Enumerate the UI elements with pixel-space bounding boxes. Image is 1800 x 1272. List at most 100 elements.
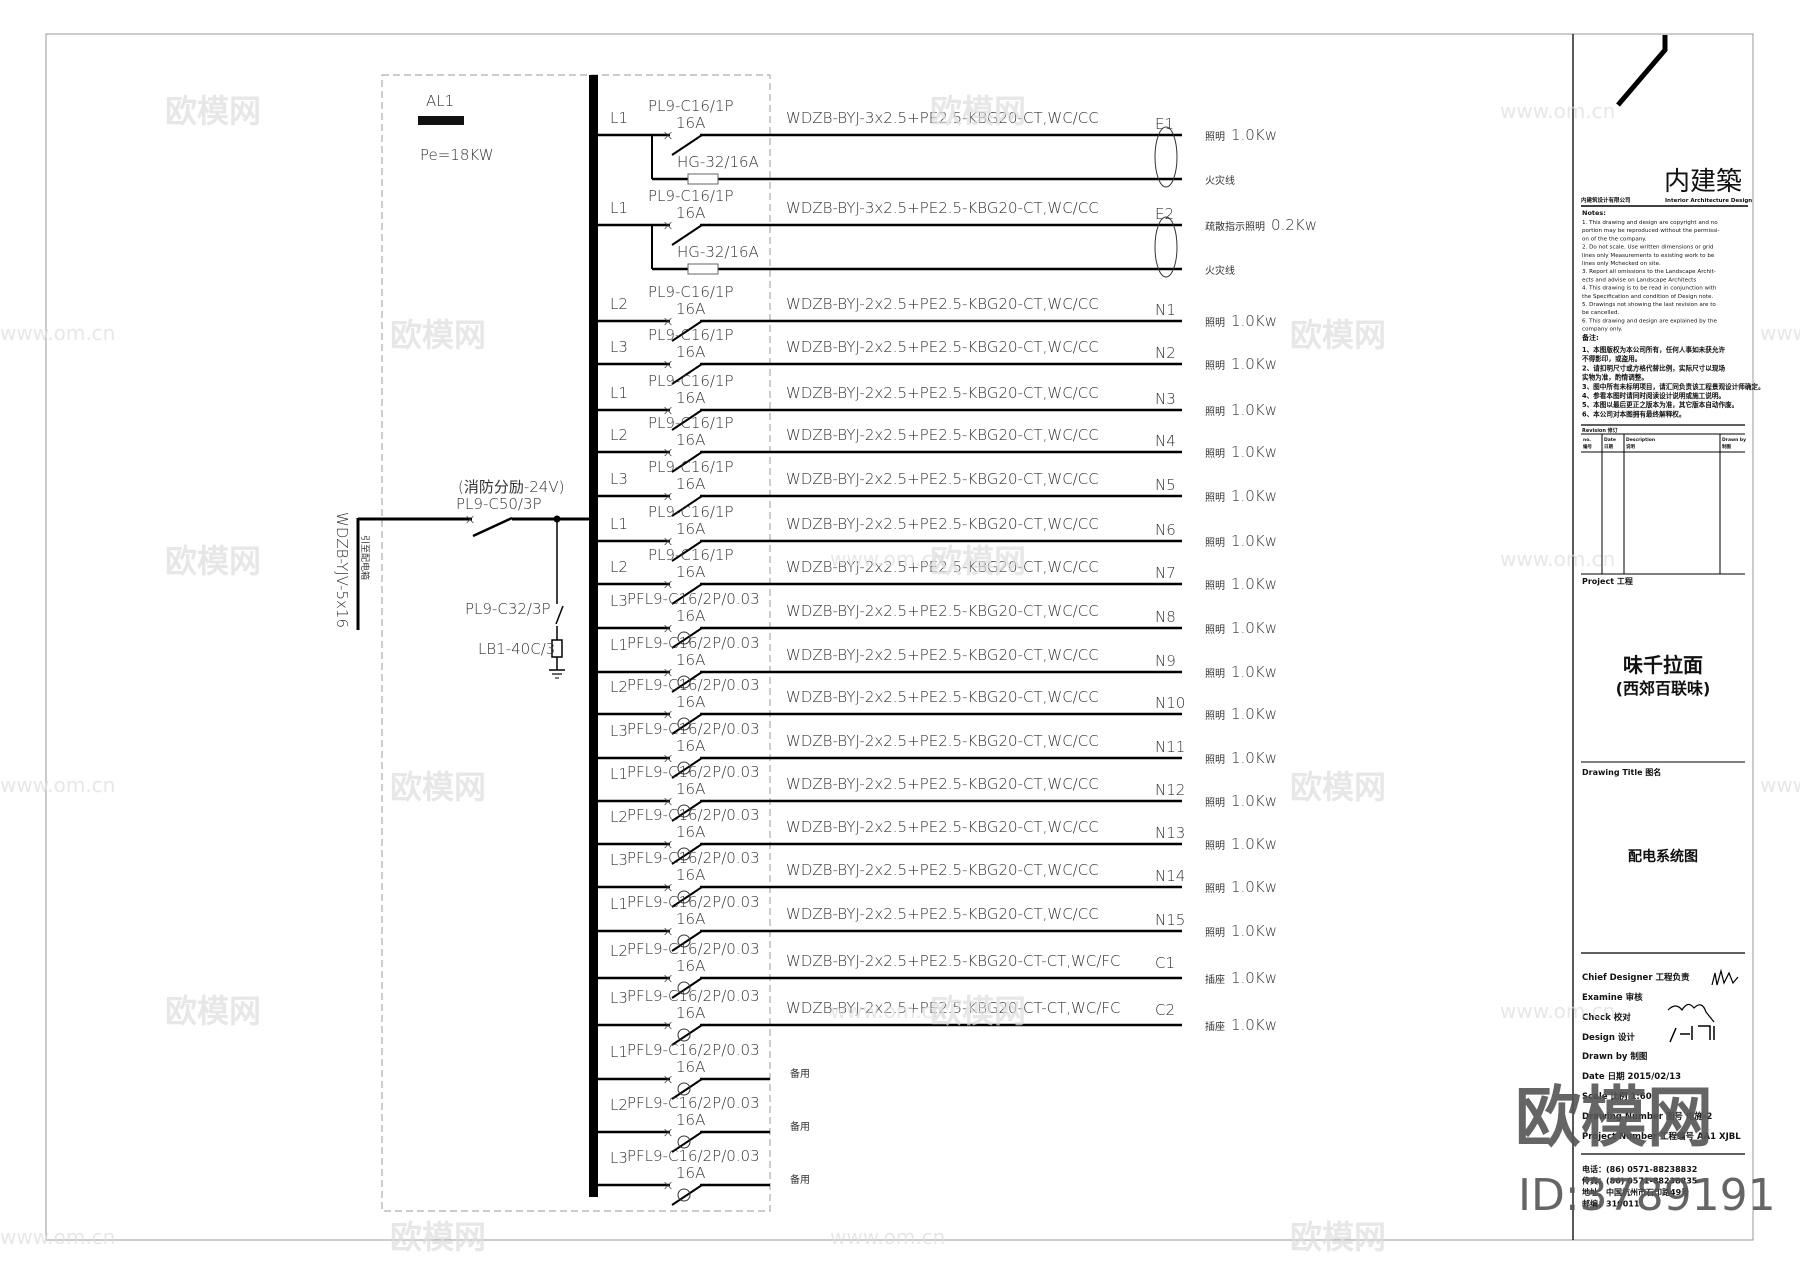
- notes-cn-title: 备注:: [1581, 333, 1599, 342]
- fuse-label: HG-32/16A: [677, 153, 759, 171]
- breaker-label: PL9-C16/1P: [648, 546, 734, 564]
- load-power: 1.0Kw: [1231, 532, 1277, 550]
- watermark-url: www.om.cn: [0, 321, 115, 345]
- circuit-id: N9: [1155, 652, 1176, 670]
- load-power: 1.0Kw: [1231, 663, 1277, 681]
- note-cn-line: 5、本图以最后更正之版本为准，其它版本自动作废。: [1582, 400, 1738, 409]
- breaker-label: PFL9-C16/2P/0.03: [627, 634, 760, 652]
- company-name: 内建筑设计有限公司: [1581, 196, 1631, 204]
- phase-label: L3: [610, 851, 628, 869]
- breaker-rating: 16A: [676, 693, 705, 711]
- company-logo: 内建築: [1664, 167, 1742, 197]
- phase-label: L2: [610, 942, 628, 960]
- switch-blade: [671, 224, 703, 246]
- watermark-url: www.om.cn: [830, 547, 945, 571]
- breaker-label: PL9-C16/1P: [648, 187, 734, 205]
- revision-header-cn: 日期: [1604, 443, 1613, 450]
- breaker-rating: 16A: [676, 957, 705, 975]
- breaker-label: PL9-C16/1P: [648, 97, 734, 115]
- note-line: be cancelled.: [1582, 310, 1619, 316]
- cable-spec: WDZB-BYJ-2x2.5+PE2.5-KBG20-CT,WC/CC: [786, 646, 1099, 664]
- cable-spec: WDZB-BYJ-2x2.5+PE2.5-KBG20-CT,WC/CC: [786, 732, 1099, 750]
- watermark-url: www.om.cn: [1760, 321, 1800, 345]
- project-subname: (西郊百联味): [1616, 679, 1711, 698]
- breaker-rating: 16A: [676, 823, 705, 841]
- note-cn-line: 3、图中所有未标明项目，请汇同负责该工程景观设计师确定。: [1582, 382, 1765, 391]
- fuse-icon: [687, 263, 719, 275]
- load-type: 照明: [1205, 927, 1225, 939]
- spare-label: 备用: [790, 1067, 810, 1080]
- load-power: 1.0Kw: [1231, 126, 1277, 144]
- circuit-id: N14: [1155, 867, 1185, 885]
- breaker-rating: 16A: [676, 563, 705, 581]
- breaker-rating: 16A: [676, 1111, 705, 1129]
- main-breaker-label: PL9-C50/3P: [456, 495, 542, 513]
- fire-line-label: 火灾线: [1205, 264, 1235, 277]
- load-type: 疏散指示照明: [1205, 220, 1265, 233]
- phase-label: L1: [610, 895, 628, 913]
- main-switch-blade: [472, 516, 513, 538]
- note-cn-line: 2、请扣明尺寸或方格代替比例，实际尺寸以现场: [1582, 363, 1725, 372]
- breaker-rating: 16A: [676, 910, 705, 928]
- load-type: 照明: [1205, 317, 1225, 329]
- load-power: 1.0Kw: [1231, 619, 1277, 637]
- examiner-signature: [1667, 1003, 1715, 1023]
- circuit-id: N13: [1155, 824, 1185, 842]
- breaker-label: PFL9-C16/2P/0.03: [627, 1094, 760, 1112]
- breaker-rating: 16A: [676, 300, 705, 318]
- load-power: 1.0Kw: [1231, 878, 1277, 896]
- watermark-text: 欧模网: [390, 316, 486, 354]
- project-label: Project 工程: [1582, 576, 1633, 586]
- breaker-rating: 16A: [676, 866, 705, 884]
- load-type: 插座: [1205, 973, 1225, 986]
- circuit-id: N10: [1155, 694, 1185, 712]
- circuit-id: N15: [1155, 911, 1185, 929]
- breaker-trip-mark: ×: [662, 971, 674, 987]
- phase-label: L1: [610, 384, 628, 402]
- load-type: 插座: [1205, 1020, 1225, 1033]
- circuit-id: N8: [1155, 608, 1176, 626]
- load-power: 1.0Kw: [1231, 312, 1277, 330]
- fuse-label: HG-32/16A: [677, 243, 759, 261]
- load-power: 1.0Kw: [1231, 401, 1277, 419]
- watermark-url: www.om.cn: [0, 773, 115, 797]
- cable-spec: WDZB-BYJ-2x2.5+PE2.5-KBG20-CT,WC/CC: [786, 384, 1099, 402]
- watermark-text: 欧模网: [1290, 768, 1386, 806]
- load-type: 照明: [1205, 580, 1225, 592]
- circuit-id: N12: [1155, 781, 1185, 799]
- cable-spec: WDZB-BYJ-2x2.5+PE2.5-KBG20-CT,WC/CC: [786, 905, 1099, 923]
- circuit-id: N4: [1155, 432, 1176, 450]
- breaker-label: PFL9-C16/2P/0.03: [627, 720, 760, 738]
- breaker-rating: 16A: [676, 607, 705, 625]
- cable-spec: WDZB-BYJ-2x2.5+PE2.5-KBG20-CT,WC/CC: [786, 775, 1099, 793]
- drawing-canvas: AL1 Pe=18KW × WDZB-YJV-5x16 引至配电箱 (消防分励-…: [0, 0, 1800, 1272]
- load-type: 照明: [1205, 840, 1225, 852]
- company-name-en: Interior Architecture Design: [1665, 198, 1752, 204]
- load-type: 照明: [1205, 492, 1225, 504]
- circuit-id: N3: [1155, 390, 1176, 408]
- outgoing-circuits: ×L1PL9-C16/1P16A WDZB-BYJ-3x2.5+PE2.5-KBG…: [597, 97, 1317, 1206]
- watermark-text: 欧模网: [1290, 1218, 1386, 1256]
- watermark-url: www.om.cn: [1500, 99, 1615, 123]
- phase-label: L1: [610, 109, 628, 127]
- watermark-text: 欧模网: [165, 992, 261, 1030]
- load-type: 照明: [1205, 448, 1225, 460]
- breaker-label: PL9-C16/1P: [648, 283, 734, 301]
- circuit-id: N1: [1155, 301, 1176, 319]
- watermark-text: 欧模网: [1290, 316, 1386, 354]
- load-power: 1.0Kw: [1231, 922, 1277, 940]
- phase-label: L2: [610, 295, 628, 313]
- load-type: 照明: [1205, 406, 1225, 418]
- breaker-rating: 16A: [676, 389, 705, 407]
- drawing-title: 配电系统图: [1628, 848, 1698, 865]
- watermark-url: www.om.cn: [830, 999, 945, 1023]
- phase-label: L3: [610, 338, 628, 356]
- phase-label: L1: [610, 765, 628, 783]
- breaker-label: PL9-C16/1P: [648, 458, 734, 476]
- breaker-trip-mark: ×: [662, 1178, 674, 1194]
- load-power: 1.0Kw: [1231, 443, 1277, 461]
- revision-header: Drawn by: [1722, 437, 1746, 443]
- breaker-trip-mark: ×: [464, 512, 476, 528]
- breaker-rating: 16A: [676, 1004, 705, 1022]
- note-cn-line: 不得影印，或盗用。: [1582, 354, 1641, 363]
